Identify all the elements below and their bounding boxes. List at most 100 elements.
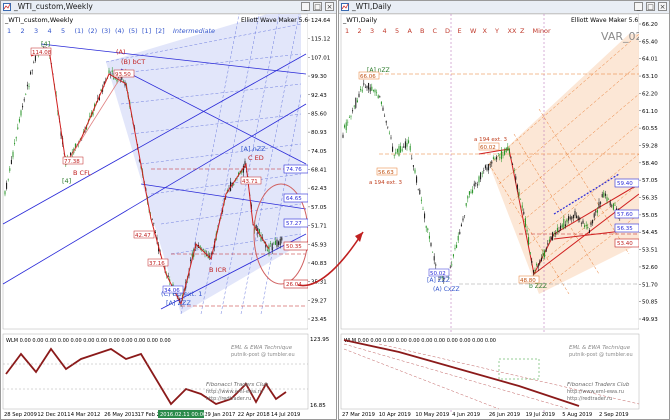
- price-tick: 29.27: [311, 298, 327, 304]
- price-tick: 55.05: [642, 213, 658, 219]
- degree-label[interactable]: 2: [358, 27, 362, 35]
- right-watermark: Fibonacci Traders Club: [567, 382, 630, 388]
- date-tick: 27 Mar 2019: [342, 412, 375, 418]
- svg-text:66.06: 66.06: [360, 74, 376, 80]
- price-tick: 99.30: [311, 74, 327, 80]
- left-indicator-name: Elliott Wave Maker 5.61.5: [241, 17, 318, 24]
- degree-label[interactable]: 1: [345, 27, 349, 35]
- degree-label[interactable]: [1]: [142, 27, 151, 35]
- degree-label[interactable]: 4: [383, 27, 387, 35]
- svg-text:50.35: 50.35: [286, 244, 302, 250]
- price-tick: 54.45: [642, 230, 658, 236]
- degree-label[interactable]: Y: [494, 27, 499, 35]
- right-watermark: putnik-post @ tumbler.eu: [569, 352, 633, 358]
- maximize-icon[interactable]: □: [313, 2, 322, 11]
- right-indicator-name: Elliott Wave Maker 5.61.5: [571, 17, 648, 24]
- degree-label[interactable]: 3: [370, 27, 374, 35]
- left-chart-window[interactable]: _WTI_custom,Weekly _ □ × [4] (A) (B) bCT…: [0, 0, 337, 420]
- degree-label[interactable]: Minor: [533, 27, 552, 35]
- svg-text:74.76: 74.76: [286, 167, 302, 173]
- left-window-titlebar[interactable]: _WTI_custom,Weekly _ □ ×: [1, 1, 336, 14]
- date-tick: 14 Jul 2019: [271, 412, 300, 418]
- left-chart-canvas[interactable]: [4] (A) (B) bCT B CFL [4] (C) ED ext. 1 …: [1, 14, 336, 419]
- right-wave-label: (A) CxZZ: [433, 286, 460, 293]
- right-var-label: VAR_02: [601, 30, 643, 43]
- price-tick: 23.45: [311, 317, 327, 323]
- price-tick: 40.83: [311, 261, 327, 267]
- degree-label[interactable]: (1): [75, 27, 84, 35]
- degree-label[interactable]: XX: [508, 27, 517, 35]
- price-tick: 124.64: [311, 18, 331, 24]
- svg-text:59.40: 59.40: [617, 181, 633, 187]
- price-tick: 51.70: [642, 282, 658, 288]
- price-tick: 62.43: [311, 186, 327, 192]
- price-tick: 64.01: [642, 57, 658, 63]
- degree-label[interactable]: C: [433, 27, 438, 35]
- left-wave-label: (B) bCT: [121, 58, 145, 66]
- left-watermark: Fibonacci Traders Club: [206, 382, 269, 388]
- left-wave-label: [4]: [41, 40, 50, 48]
- right-chart-window[interactable]: _WTI,Daily _ □ × [A] nZZ a 194 ext. 3 a …: [338, 0, 670, 420]
- price-tick: 61.10: [642, 109, 658, 115]
- date-tick: 29 Jan 2017: [204, 412, 235, 418]
- degree-label[interactable]: 5: [61, 27, 65, 35]
- left-sub-scale-bottom: 16.85: [310, 403, 326, 409]
- right-wave-label: [A] ZZZ: [427, 277, 450, 284]
- degree-label[interactable]: 1: [7, 27, 11, 35]
- price-tick: 51.71: [311, 224, 327, 230]
- date-tick: 28 Sep 2009: [4, 412, 37, 418]
- degree-label[interactable]: E: [458, 27, 462, 35]
- svg-text:114.08: 114.08: [32, 50, 52, 56]
- degree-label[interactable]: (3): [102, 27, 111, 35]
- degree-label[interactable]: 2: [21, 27, 25, 35]
- left-watermark: http://www.eml-ewa.ru: [206, 389, 263, 395]
- close-icon[interactable]: ×: [325, 2, 334, 11]
- date-tick: 2 Sep 2019: [599, 412, 629, 418]
- degree-label[interactable]: (5): [129, 27, 138, 35]
- date-tick: 4 Mar 2012: [71, 412, 101, 418]
- right-symbol-label: _WTI,Daily: [342, 16, 377, 24]
- degree-label[interactable]: [2]: [156, 27, 165, 35]
- degree-label[interactable]: D: [445, 27, 450, 35]
- price-tick: 85.60: [311, 111, 327, 117]
- left-date-axis: 28 Sep 2009 12 Dec 2011 4 Mar 2012 26 May 2…: [4, 412, 300, 418]
- svg-text:50.02: 50.02: [430, 271, 446, 277]
- degree-label[interactable]: 4: [48, 27, 52, 35]
- price-tick: 49.93: [642, 317, 658, 323]
- price-tick: 65.40: [642, 39, 658, 45]
- degree-label[interactable]: (4): [115, 27, 124, 35]
- degree-label[interactable]: 3: [34, 27, 38, 35]
- close-icon[interactable]: ×: [658, 2, 667, 11]
- left-wave-label: C ED: [248, 154, 264, 162]
- left-wave-label: (A): [116, 48, 126, 56]
- degree-label[interactable]: A: [408, 27, 413, 35]
- minimize-icon[interactable]: _: [301, 2, 310, 11]
- svg-text:43.71: 43.71: [242, 179, 258, 185]
- degree-label[interactable]: 5: [395, 27, 399, 35]
- price-tick: 59.28: [642, 143, 658, 149]
- date-tick: 26 Jun 2019: [489, 412, 520, 418]
- degree-label[interactable]: W: [470, 27, 477, 35]
- svg-text:26.04: 26.04: [286, 282, 302, 288]
- degree-label[interactable]: X: [483, 27, 488, 35]
- degree-label[interactable]: Z: [520, 27, 525, 35]
- svg-text:64.65: 64.65: [286, 196, 302, 202]
- date-tick: 19 Jul 2019: [526, 412, 555, 418]
- degree-label[interactable]: (2): [88, 27, 97, 35]
- left-sub-header: WLM 0.00 0.00 0.00 0.00 0.00 0.00 0.00 0…: [6, 338, 171, 344]
- price-tick: 56.35: [642, 196, 658, 202]
- minimize-icon[interactable]: _: [634, 2, 643, 11]
- svg-text:93.50: 93.50: [115, 72, 131, 78]
- price-tick: 62.20: [642, 91, 658, 97]
- degree-label[interactable]: B: [420, 27, 424, 35]
- svg-text:34.06: 34.06: [164, 288, 180, 294]
- date-tick: 26 May 2013: [104, 412, 138, 418]
- price-tick: 35.31: [311, 280, 327, 286]
- right-window-titlebar[interactable]: _WTI,Daily _ □ ×: [339, 1, 669, 14]
- maximize-icon[interactable]: □: [646, 2, 655, 11]
- right-wave-label: a 194 ext. 3: [369, 180, 403, 186]
- chart-window-icon: [341, 3, 349, 11]
- price-tick: 66.20: [642, 22, 658, 28]
- right-chart-canvas[interactable]: [A] nZZ a 194 ext. 3 a 194 ext. 3 [A] ZZ…: [339, 14, 669, 419]
- price-tick: 92.43: [311, 93, 327, 99]
